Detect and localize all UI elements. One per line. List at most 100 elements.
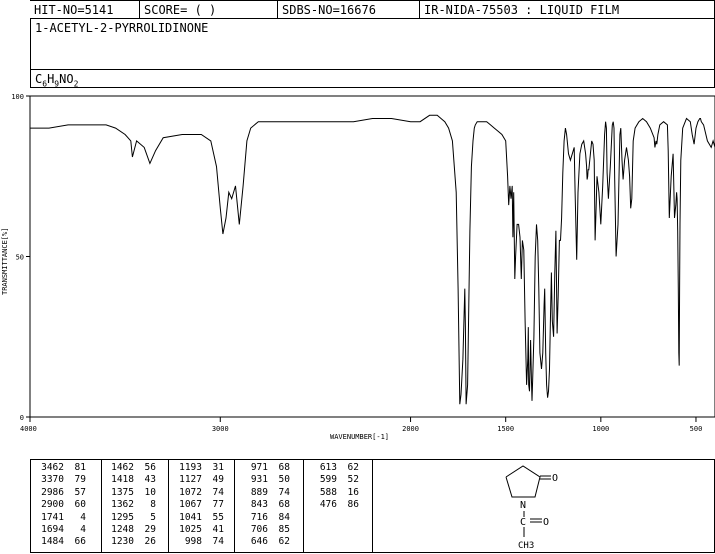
x-tick-label-500: 500	[690, 425, 703, 433]
peak-entry: 1694 4	[34, 524, 86, 536]
peak-transmittance: 52	[347, 474, 359, 486]
peak-entry: 706 85	[238, 524, 290, 536]
peak-entry: 1295 5	[104, 512, 156, 524]
peak-wavenumber: 889	[250, 486, 268, 498]
peak-transmittance: 81	[74, 462, 86, 473]
peak-transmittance: 55	[212, 511, 224, 523]
peak-wavenumber: 1362	[111, 499, 134, 511]
peak-transmittance: 4	[80, 511, 86, 523]
methyl-group: CH3	[518, 541, 534, 551]
peak-wavenumber: 599	[319, 474, 337, 486]
peak-transmittance: 41	[212, 524, 224, 535]
peak-wavenumber: 476	[319, 499, 337, 511]
x-tick-label-1000: 1000	[592, 425, 609, 433]
pyrrolidinone-ring	[505, 465, 541, 498]
peak-wavenumber: 1462	[111, 462, 134, 473]
peak-wavenumber: 1295	[111, 511, 134, 523]
peak-wavenumber: 843	[250, 499, 268, 511]
peak-transmittance: 79	[74, 474, 86, 486]
peak-entry: 1375 10	[104, 487, 156, 499]
peak-transmittance: 77	[212, 499, 224, 511]
peak-wavenumber: 1041	[179, 511, 202, 523]
peak-wavenumber: 1072	[179, 486, 202, 498]
peak-transmittance: 86	[347, 499, 359, 511]
peak-wavenumber: 998	[184, 536, 202, 548]
peak-entry: 2900 60	[34, 499, 86, 511]
peak-wavenumber: 706	[250, 524, 268, 535]
carbonyl-oxygen: O	[552, 473, 558, 484]
peak-wavenumber: 1418	[111, 474, 134, 486]
x-tick-label-4000: 4000	[20, 425, 37, 433]
peak-transmittance: 85	[278, 524, 290, 535]
peak-transmittance: 26	[144, 536, 156, 548]
peak-wavenumber: 716	[250, 511, 268, 523]
peak-transmittance: 31	[212, 462, 224, 473]
peak-entry: 2986 57	[34, 487, 86, 499]
peak-transmittance: 84	[278, 511, 290, 523]
y-axis-label: TRANSMITTANCE[%]	[1, 228, 9, 295]
peak-transmittance: 29	[144, 524, 156, 535]
peak-entry: 1248 29	[104, 524, 156, 536]
peak-transmittance: 60	[74, 499, 86, 511]
x-axis-label: WAVENUMBER[-1]	[330, 433, 389, 441]
peak-transmittance: 66	[74, 536, 86, 548]
peak-wavenumber: 971	[250, 462, 268, 473]
peak-wavenumber: 1741	[41, 511, 64, 523]
peak-entry: 3462 81	[34, 462, 86, 474]
peak-wavenumber: 1025	[179, 524, 202, 535]
peak-transmittance: 74	[212, 486, 224, 498]
peak-transmittance: 50	[278, 474, 290, 486]
structure-diagram: O N C O CH3	[505, 465, 558, 551]
peak-entry: 1025 41	[172, 524, 224, 536]
peak-entry: 998 74	[172, 536, 224, 548]
peak-wavenumber: 2900	[41, 499, 64, 511]
plot-frame	[29, 95, 715, 418]
peak-entry: 1462 56	[104, 462, 156, 474]
peak-wavenumber: 646	[250, 536, 268, 548]
peak-entry: 3370 79	[34, 474, 86, 486]
peak-entry: 1741 4	[34, 512, 86, 524]
peak-entry: 599 52	[307, 474, 359, 486]
peak-entry: 931 50	[238, 474, 290, 486]
peak-entry: 843 68	[238, 499, 290, 511]
peak-wavenumber: 1484	[41, 536, 64, 548]
peak-transmittance: 4	[80, 524, 86, 535]
peak-entry: 971 68	[238, 462, 290, 474]
peak-transmittance: 49	[212, 474, 224, 486]
peak-wavenumber: 588	[319, 486, 337, 498]
peak-transmittance: 68	[278, 462, 290, 473]
peak-wavenumber: 1230	[111, 536, 134, 548]
x-tick-label-2000: 2000	[402, 425, 419, 433]
peak-entry: 613 62	[307, 462, 359, 474]
peak-wavenumber: 2986	[41, 486, 64, 498]
x-tick-label-3000: 3000	[212, 425, 229, 433]
peak-wavenumber: 613	[319, 462, 337, 473]
peak-wavenumber: 931	[250, 474, 268, 486]
peak-transmittance: 74	[278, 486, 290, 498]
peak-transmittance: 16	[347, 486, 359, 498]
y-tick-label-50: 50	[16, 254, 24, 262]
peak-transmittance: 68	[278, 499, 290, 511]
peak-transmittance: 8	[150, 499, 156, 511]
peak-transmittance: 10	[144, 486, 156, 498]
peak-entry: 476 86	[307, 499, 359, 511]
peak-transmittance: 62	[347, 462, 359, 473]
peak-entry: 1484 66	[34, 536, 86, 548]
peak-entry: 1193 31	[172, 462, 224, 474]
peak-transmittance: 74	[212, 536, 224, 548]
acetyl-carbon: C	[520, 517, 526, 528]
acetyl-oxygen: O	[543, 517, 549, 528]
peak-transmittance: 56	[144, 462, 156, 473]
peak-transmittance: 5	[150, 511, 156, 523]
peak-entry: 889 74	[238, 487, 290, 499]
peak-transmittance: 43	[144, 474, 156, 486]
ir-spectrum-chart: 4000 3000 2000 1500 1000 500 0 50 100 WAVENUMBER…	[1, 93, 715, 441]
x-tick-label-1500: 1500	[497, 425, 514, 433]
peak-wavenumber: 1127	[179, 474, 202, 486]
peak-transmittance: 57	[74, 486, 86, 498]
peak-wavenumber: 1248	[111, 524, 134, 535]
peak-wavenumber: 3462	[41, 462, 64, 473]
peak-wavenumber: 3370	[41, 474, 64, 486]
y-tick-label-0: 0	[20, 414, 24, 422]
y-tick-label-100: 100	[11, 93, 24, 101]
